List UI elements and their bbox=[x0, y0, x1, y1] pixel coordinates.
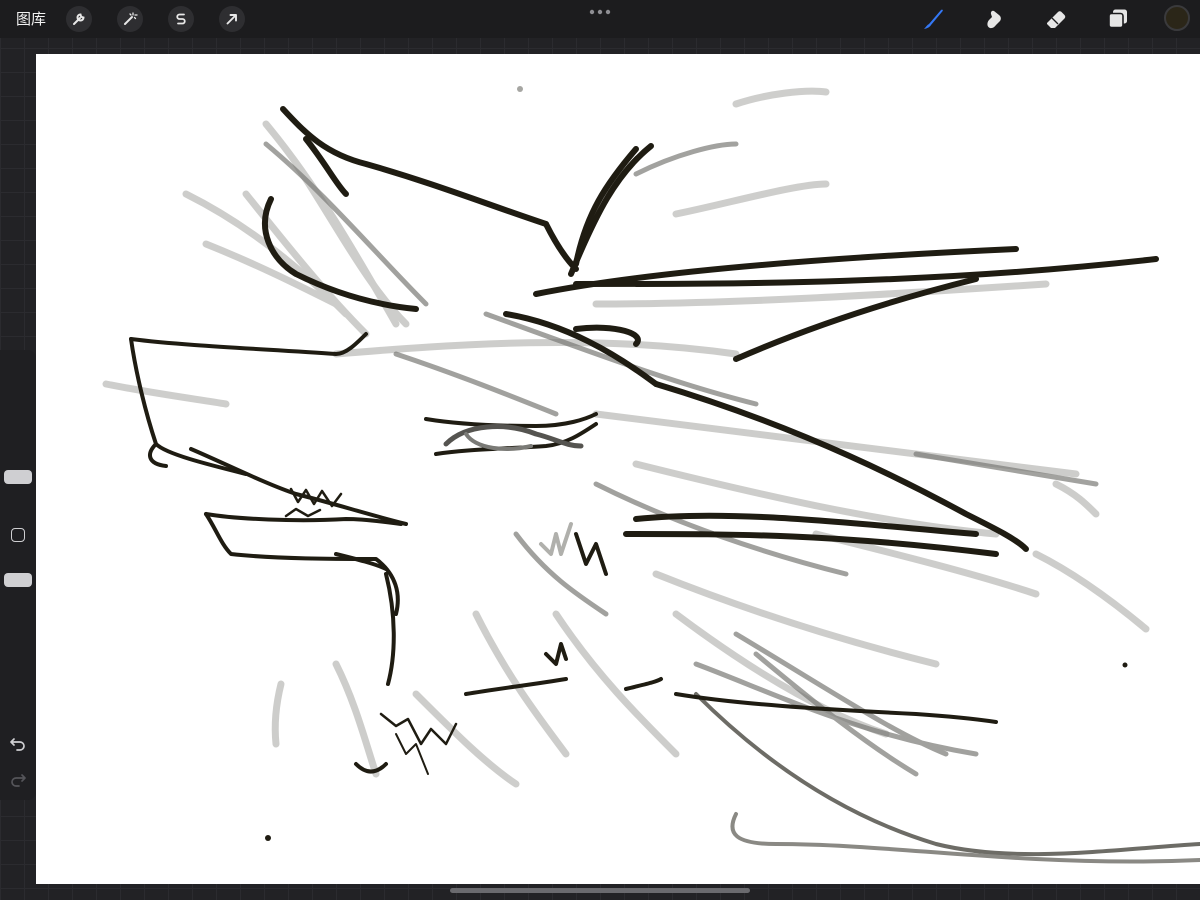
sketch-artwork bbox=[102, 86, 1200, 864]
redo-icon[interactable] bbox=[9, 770, 27, 788]
wrench-icon[interactable] bbox=[66, 6, 92, 32]
selection-s-icon[interactable] bbox=[168, 6, 194, 32]
magic-wand-icon[interactable] bbox=[117, 6, 143, 32]
opacity-slider[interactable] bbox=[4, 573, 32, 587]
move-arrow-icon[interactable] bbox=[219, 6, 245, 32]
brush-size-slider[interactable] bbox=[4, 470, 32, 484]
smudge-icon[interactable] bbox=[982, 6, 1008, 32]
sidebar bbox=[0, 350, 36, 800]
square-icon[interactable] bbox=[11, 528, 25, 542]
layers-icon[interactable] bbox=[1105, 6, 1131, 32]
ellipsis-icon[interactable] bbox=[588, 8, 612, 16]
color-picker-button[interactable] bbox=[1164, 5, 1190, 31]
undo-icon[interactable] bbox=[9, 734, 27, 752]
gallery-button[interactable]: 图库 bbox=[16, 10, 46, 28]
drawing-canvas[interactable] bbox=[36, 54, 1200, 884]
eraser-icon[interactable] bbox=[1043, 6, 1069, 32]
home-indicator bbox=[450, 888, 750, 893]
brush-icon[interactable] bbox=[920, 6, 946, 32]
top-toolbar: 图库 bbox=[0, 0, 1200, 38]
